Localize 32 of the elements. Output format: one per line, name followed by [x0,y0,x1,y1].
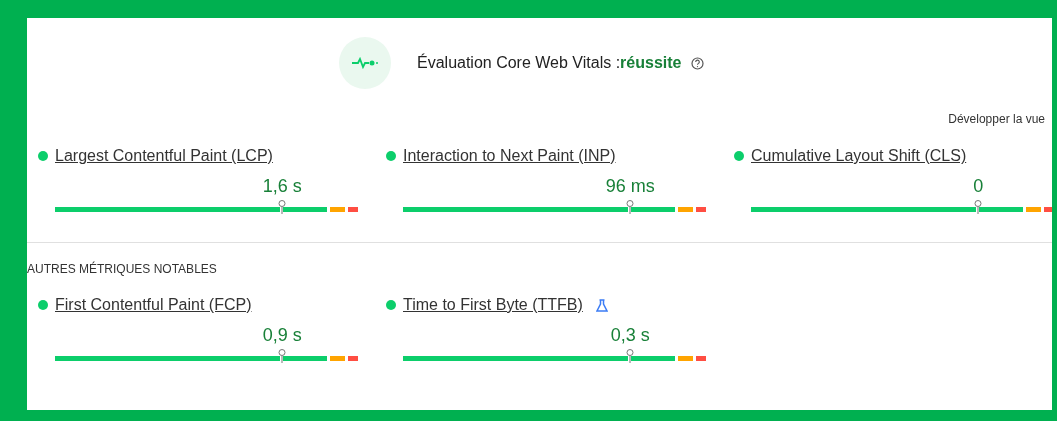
poor-range-bar [348,207,358,212]
needs-improvement-bar [1026,207,1041,212]
metric-link[interactable]: Largest Contentful Paint (LCP) [55,144,273,168]
expand-view-link[interactable]: Développer la vue [948,110,1045,128]
good-range-bar [283,207,327,212]
pulse-icon [339,37,391,89]
metric-value: 0,3 s [610,325,650,345]
metric-link[interactable]: Interaction to Next Paint (INP) [403,144,616,168]
flask-icon [595,298,608,312]
good-range-bar [631,356,675,361]
help-icon[interactable] [691,56,705,70]
poor-range-bar [1044,207,1052,212]
good-range-bar [631,207,675,212]
needs-improvement-bar [678,207,693,212]
poor-range-bar [348,356,358,361]
metric-link[interactable]: Time to First Byte (TTFB) [403,293,583,317]
needs-improvement-bar [678,356,693,361]
metric-link[interactable]: Cumulative Layout Shift (CLS) [751,144,967,168]
needs-improvement-bar [330,356,345,361]
metric-value: 96 ms [605,176,655,196]
good-range-bar [283,356,327,361]
metric-value: 0 [973,176,984,196]
good-range-bar [979,207,1023,212]
metric-link[interactable]: First Contentful Paint (FCP) [55,293,252,317]
needs-improvement-bar [330,207,345,212]
metric-value: 1,6 s [262,176,302,196]
section-heading: AUTRES MÉTRIQUES NOTABLES [27,260,217,278]
assessment-title: Évaluation Core Web Vitals : [417,52,621,73]
poor-range-bar [696,356,706,361]
poor-range-bar [696,207,706,212]
metric-value: 0,9 s [262,325,302,345]
assessment-result: réussite [620,53,682,73]
